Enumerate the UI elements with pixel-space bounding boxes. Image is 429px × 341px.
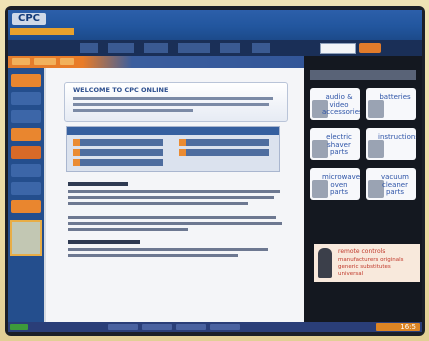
battery-icon xyxy=(368,100,384,118)
tile-vacuum-parts[interactable]: vacuum cleaner parts xyxy=(366,168,416,200)
tile-microwave-parts[interactable]: microwave oven parts xyxy=(310,168,360,200)
sidebar-item[interactable] xyxy=(11,110,41,123)
tile-instructions[interactable]: instructions xyxy=(366,128,416,160)
text-line xyxy=(68,248,268,251)
sidebar-item[interactable] xyxy=(11,182,41,195)
steps-panel xyxy=(66,126,280,172)
step-link[interactable] xyxy=(73,139,163,146)
screen: CPC WELCOME TO CPC ONLINE audio & video … xyxy=(8,10,422,332)
nav-item-4[interactable] xyxy=(178,43,210,53)
logo-underline xyxy=(10,28,74,35)
text-line xyxy=(68,228,188,231)
text-line xyxy=(73,109,193,112)
clock: 16:5 xyxy=(400,323,416,331)
tile-label: vacuum cleaner parts xyxy=(381,173,409,196)
intro-title: WELCOME TO CPC ONLINE xyxy=(73,86,169,94)
search-input[interactable] xyxy=(320,43,356,54)
main-content: WELCOME TO CPC ONLINE xyxy=(46,68,304,330)
nav-item-2[interactable] xyxy=(108,43,134,53)
breadcrumb-item[interactable] xyxy=(34,58,56,65)
section-heading xyxy=(68,240,140,244)
bullet-icon xyxy=(73,159,80,166)
step-link[interactable] xyxy=(73,159,163,166)
text-line xyxy=(68,202,248,205)
sidebar-item[interactable] xyxy=(11,164,41,177)
tile-label: microwave oven parts xyxy=(322,173,360,196)
promo-line: universal xyxy=(338,271,364,277)
text-line xyxy=(68,196,274,199)
section-heading xyxy=(68,182,128,186)
text-line xyxy=(68,222,282,225)
bullet-icon xyxy=(179,139,186,146)
bullet-icon xyxy=(73,139,80,146)
book-icon xyxy=(368,140,384,158)
taskbar-button[interactable] xyxy=(142,324,172,330)
breadcrumb-item[interactable] xyxy=(60,58,74,65)
taskbar-button[interactable] xyxy=(176,324,206,330)
nav-item-6[interactable] xyxy=(252,43,270,53)
sidebar-item[interactable] xyxy=(11,74,41,87)
sidebar-item[interactable] xyxy=(11,200,41,213)
step-link[interactable] xyxy=(179,139,269,146)
tile-label: electric shaver parts xyxy=(326,133,352,156)
category-panel: audio & video accessories batteries elec… xyxy=(304,56,422,332)
promo-line: manufacturers originals xyxy=(338,257,404,263)
sidebar-promo-image[interactable] xyxy=(10,220,42,256)
text-line xyxy=(73,103,269,106)
system-tray: 16:5 xyxy=(376,323,420,331)
promo-line: generic substitutes xyxy=(338,264,391,270)
taskbar-button[interactable] xyxy=(210,324,240,330)
bullet-icon xyxy=(73,149,80,156)
tile-label: instructions xyxy=(378,133,416,141)
site-logo[interactable]: CPC xyxy=(12,13,47,25)
start-button[interactable] xyxy=(10,324,28,330)
steps-heading xyxy=(67,127,279,135)
text-line xyxy=(68,190,280,193)
bullet-icon xyxy=(179,149,186,156)
sidebar-item[interactable] xyxy=(11,92,41,105)
top-navigation xyxy=(8,40,422,56)
left-sidebar xyxy=(8,68,44,330)
nav-item-5[interactable] xyxy=(220,43,240,53)
site-header: CPC xyxy=(8,10,422,40)
tile-audio-video[interactable]: audio & video accessories xyxy=(310,88,360,120)
tile-label: batteries xyxy=(379,93,411,101)
remote-controls-promo[interactable]: remote controls manufacturers originals … xyxy=(314,244,420,282)
sidebar-item[interactable] xyxy=(11,146,41,159)
taskbar-button[interactable] xyxy=(108,324,138,330)
remote-control-icon xyxy=(318,248,332,278)
sidebar-item[interactable] xyxy=(11,128,41,141)
text-line xyxy=(68,254,238,257)
step-link[interactable] xyxy=(179,149,269,156)
taskbar: 16:5 xyxy=(8,322,422,332)
tile-shaver-parts[interactable]: electric shaver parts xyxy=(310,128,360,160)
intro-box: WELCOME TO CPC ONLINE xyxy=(64,82,288,122)
step-link[interactable] xyxy=(73,149,163,156)
tile-batteries[interactable]: batteries xyxy=(366,88,416,120)
breadcrumb-item[interactable] xyxy=(12,58,30,65)
category-search-bar[interactable] xyxy=(310,70,416,80)
promo-title: remote controls xyxy=(338,248,386,255)
search-button[interactable] xyxy=(359,43,381,53)
text-line xyxy=(73,97,273,100)
tile-label: audio & video accessories xyxy=(322,93,360,116)
text-line xyxy=(68,216,276,219)
nav-item-1[interactable] xyxy=(80,43,98,53)
nav-item-3[interactable] xyxy=(144,43,168,53)
